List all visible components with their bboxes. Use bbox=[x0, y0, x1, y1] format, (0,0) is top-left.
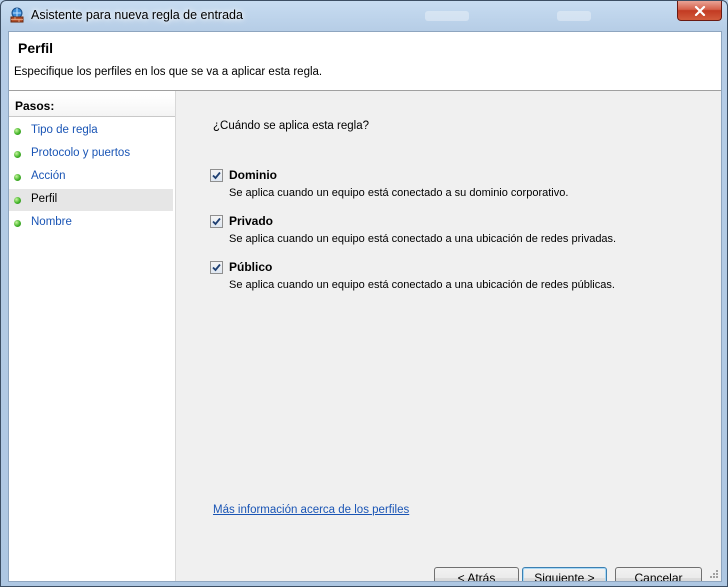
background-blur bbox=[557, 11, 591, 21]
step-status-icon bbox=[14, 128, 21, 135]
checkmark-icon bbox=[212, 171, 221, 180]
option-dominio: Dominio Se aplica cuando un equipo está … bbox=[210, 168, 690, 208]
sidebar-item-label: Protocolo y puertos bbox=[31, 147, 131, 159]
option-description: Se aplica cuando un equipo está conectad… bbox=[229, 233, 617, 245]
sidebar-item-label: Nombre bbox=[31, 216, 72, 228]
close-icon bbox=[694, 5, 705, 16]
sidebar-item-tipo-de-regla[interactable]: Tipo de regla bbox=[9, 120, 173, 142]
window-title: Asistente para nueva regla de entrada bbox=[31, 8, 243, 22]
resize-grip-icon[interactable] bbox=[709, 569, 719, 579]
step-status-icon bbox=[14, 220, 21, 227]
page-description: Especifique los perfiles en los que se v… bbox=[14, 66, 323, 78]
sidebar-item-label: Perfil bbox=[31, 193, 58, 205]
option-description: Se aplica cuando un equipo está conectad… bbox=[229, 279, 615, 291]
option-title[interactable]: Público bbox=[229, 260, 272, 274]
background-blur bbox=[425, 11, 469, 21]
option-description: Se aplica cuando un equipo está conectad… bbox=[229, 187, 569, 199]
sidebar-item-accion[interactable]: Acción bbox=[9, 166, 173, 188]
sidebar-item-protocolo-y-puertos[interactable]: Protocolo y puertos bbox=[9, 143, 173, 165]
wizard-client-area: Perfil Especifique los perfiles en los q… bbox=[8, 31, 722, 582]
more-info-link[interactable]: Más información acerca de los perfiles bbox=[213, 504, 409, 516]
publico-checkbox[interactable] bbox=[210, 261, 223, 274]
checkmark-icon bbox=[212, 263, 221, 272]
main-panel: ¿Cuándo se aplica esta regla? Dominio Se… bbox=[176, 91, 721, 581]
sidebar-item-nombre[interactable]: Nombre bbox=[9, 212, 173, 234]
sidebar-item-label: Tipo de regla bbox=[31, 124, 98, 136]
wizard-header: Perfil Especifique los perfiles en los q… bbox=[9, 32, 721, 91]
title-bar[interactable]: Asistente para nueva regla de entrada bbox=[1, 1, 727, 31]
step-status-icon bbox=[14, 197, 21, 204]
option-privado: Privado Se aplica cuando un equipo está … bbox=[210, 214, 690, 254]
step-status-icon bbox=[14, 174, 21, 181]
cancel-button[interactable]: Cancelar bbox=[615, 567, 702, 581]
profile-question: ¿Cuándo se aplica esta regla? bbox=[213, 120, 369, 132]
back-button[interactable]: < Atrás bbox=[434, 567, 519, 581]
steps-sidebar: Pasos: Tipo de regla Protocolo y puertos… bbox=[9, 91, 176, 581]
option-title[interactable]: Privado bbox=[229, 214, 273, 228]
steps-header: Pasos: bbox=[9, 96, 175, 117]
checkmark-icon bbox=[212, 217, 221, 226]
option-title[interactable]: Dominio bbox=[229, 168, 277, 182]
step-status-icon bbox=[14, 151, 21, 158]
privado-checkbox[interactable] bbox=[210, 215, 223, 228]
option-publico: Público Se aplica cuando un equipo está … bbox=[210, 260, 690, 300]
wizard-window: Asistente para nueva regla de entrada Pe… bbox=[0, 0, 728, 587]
steps-label: Pasos: bbox=[15, 99, 55, 113]
sidebar-item-perfil[interactable]: Perfil bbox=[9, 189, 173, 211]
sidebar-item-label: Acción bbox=[31, 170, 66, 182]
next-button[interactable]: Siguiente > bbox=[522, 567, 607, 581]
close-button[interactable] bbox=[677, 1, 722, 21]
firewall-icon bbox=[9, 7, 25, 23]
dominio-checkbox[interactable] bbox=[210, 169, 223, 182]
page-title: Perfil bbox=[18, 40, 54, 56]
